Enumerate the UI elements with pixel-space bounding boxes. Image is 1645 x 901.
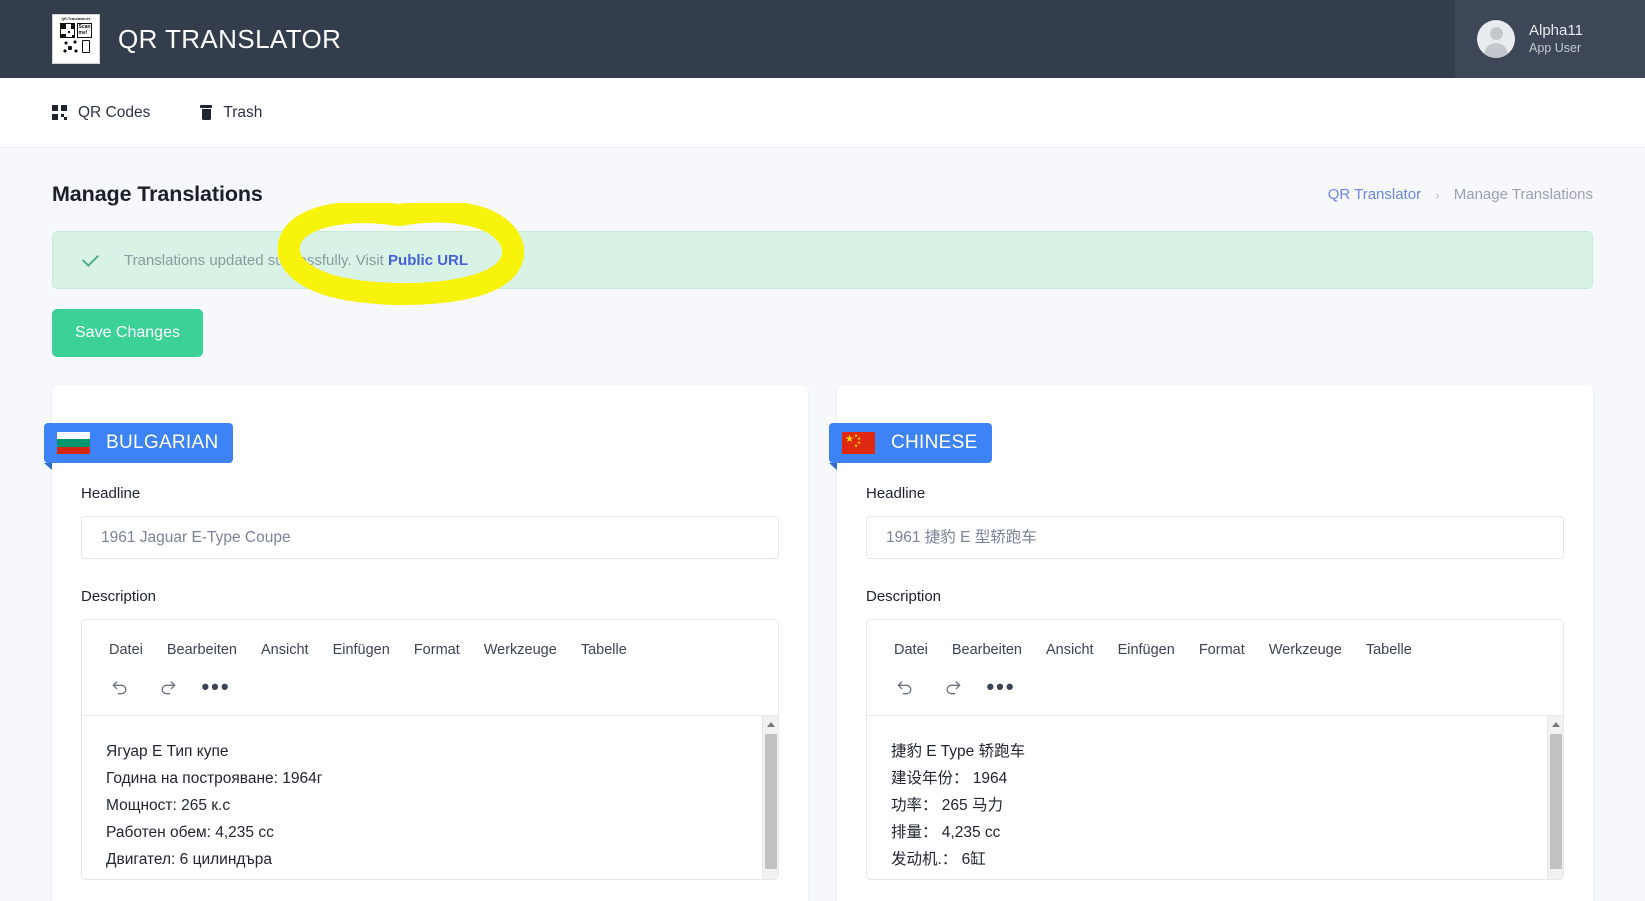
editor-content-chinese[interactable]: 捷豹 E Type 轿跑车 建设年份： 1964 功率： 265 马力 排量： …: [867, 716, 1563, 879]
public-url-link[interactable]: Public URL: [388, 252, 468, 269]
chinese-flag-icon: ★ ★ ★ ★ ★: [842, 432, 875, 454]
menu-werkzeuge-bulgarian[interactable]: Werkzeuge: [474, 638, 567, 662]
editor-line: 捷豹 E Type 轿跑车: [891, 743, 1026, 760]
logo-qr-code-icon: [59, 23, 75, 38]
logo-caption-text: QR-Translator.de: [61, 17, 91, 21]
chevron-right-icon: ›: [1435, 186, 1440, 203]
menu-bearbeiten-bulgarian[interactable]: Bearbeiten: [157, 638, 247, 662]
scrollbar-thumb[interactable]: [765, 734, 777, 869]
editor-line: Двигател: 6 цилиндъра: [106, 851, 273, 868]
more-options-icon[interactable]: •••: [985, 672, 1017, 702]
headline-label-chinese: Headline: [866, 485, 926, 502]
menu-tabelle-bulgarian[interactable]: Tabelle: [571, 638, 637, 662]
menu-format-chinese[interactable]: Format: [1189, 638, 1255, 662]
language-tab-bulgarian-label: BULGARIAN: [106, 432, 219, 453]
editor-scrollbar-bulgarian[interactable]: [762, 716, 778, 879]
user-name: Alpha11: [1529, 22, 1583, 39]
app-title: QR TRANSLATOR: [118, 23, 342, 54]
language-tab-chinese[interactable]: ★ ★ ★ ★ ★ CHINESE: [829, 423, 992, 470]
undo-icon[interactable]: [104, 672, 136, 702]
redo-icon[interactable]: [152, 672, 184, 702]
main-navigation: QR Codes Trash: [0, 78, 1645, 148]
menu-ansicht-bulgarian[interactable]: Ansicht: [251, 638, 319, 662]
language-tab-chinese-label: CHINESE: [891, 432, 978, 453]
page-title: Manage Translations: [52, 182, 263, 206]
menu-einfuegen-bulgarian[interactable]: Einfügen: [323, 638, 400, 662]
editor-line: Година на построяване: 1964г: [106, 770, 323, 787]
logo-scan-line2: me!: [78, 29, 88, 36]
headline-input-chinese[interactable]: [866, 516, 1564, 559]
nav-item-trash-label: Trash: [223, 103, 263, 121]
logo-scan-badge: Scan me!: [76, 23, 93, 38]
nav-item-qr-codes-label: QR Codes: [78, 103, 151, 121]
editor-line: 排量： 4,235 cc: [891, 824, 1001, 841]
menu-format-bulgarian[interactable]: Format: [404, 638, 470, 662]
language-tab-bulgarian[interactable]: BULGARIAN: [44, 423, 233, 470]
editor-line: 发动机.： 6缸: [891, 851, 986, 868]
description-editor-bulgarian: Datei Bearbeiten Ansicht Einfügen Format…: [81, 619, 779, 880]
nav-item-qr-codes[interactable]: QR Codes: [52, 104, 150, 122]
logo-bottom-row: [62, 40, 90, 53]
redo-icon[interactable]: [937, 672, 969, 702]
editor-menubar-bulgarian: Datei Bearbeiten Ansicht Einfügen Format…: [82, 620, 778, 662]
alert-message-text: Translations updated successfully. Visit: [124, 251, 389, 269]
menu-werkzeuge-chinese[interactable]: Werkzeuge: [1259, 638, 1352, 662]
user-info: Alpha11 App User: [1529, 22, 1583, 56]
qr-translator-logo-icon: QR-Translator.de Scan me!: [52, 14, 100, 64]
translation-card-bulgarian: BULGARIAN Headline Description Datei Bea…: [44, 385, 808, 901]
more-options-icon[interactable]: •••: [200, 672, 232, 702]
description-label-chinese: Description: [866, 588, 942, 605]
breadcrumb: QR Translator › Manage Translations: [1328, 186, 1593, 203]
editor-toolbar-bulgarian: •••: [82, 662, 778, 716]
check-icon: [82, 249, 99, 267]
editor-menubar-chinese: Datei Bearbeiten Ansicht Einfügen Format…: [867, 620, 1563, 662]
logo-middle-row: Scan me!: [59, 23, 93, 38]
headline-label-bulgarian: Headline: [81, 485, 141, 502]
save-changes-button[interactable]: Save Changes: [52, 309, 203, 357]
logo-phone-icon: [81, 40, 90, 53]
breadcrumb-current: Manage Translations: [1453, 186, 1593, 203]
user-role: App User: [1529, 41, 1582, 55]
page-container: Manage Translations QR Translator › Mana…: [0, 148, 1645, 901]
menu-datei-bulgarian[interactable]: Datei: [99, 638, 153, 662]
editor-line: 功率： 265 马力: [891, 797, 1003, 814]
scroll-up-arrow-icon[interactable]: [763, 716, 778, 732]
trash-icon: [200, 105, 213, 120]
editor-line: Мощност: 265 к.с: [106, 797, 231, 814]
menu-tabelle-chinese[interactable]: Tabelle: [1356, 638, 1422, 662]
nav-item-trash[interactable]: Trash: [200, 104, 262, 122]
editor-scrollbar-chinese[interactable]: [1547, 716, 1563, 879]
editor-line: 建设年份： 1964: [891, 770, 1008, 787]
success-alert: Translations updated successfully. Visit…: [52, 231, 1593, 289]
editor-line: Работен обем: 4,235 cc: [106, 824, 274, 841]
scroll-up-arrow-icon[interactable]: [1548, 716, 1563, 732]
editor-line: Ягуар Е Тип купе: [106, 743, 229, 760]
description-editor-chinese: Datei Bearbeiten Ansicht Einfügen Format…: [866, 619, 1564, 880]
top-header-bar: QR-Translator.de Scan me! QR TRANSLATOR …: [0, 0, 1645, 78]
editor-toolbar-chinese: •••: [867, 662, 1563, 716]
page-header-row: Manage Translations QR Translator › Mana…: [52, 148, 1593, 207]
description-label-bulgarian: Description: [81, 588, 157, 605]
menu-datei-chinese[interactable]: Datei: [884, 638, 938, 662]
brand-logo-group[interactable]: QR-Translator.de Scan me! QR TRANSLATOR: [0, 14, 341, 64]
translation-cards-container: BULGARIAN Headline Description Datei Bea…: [44, 385, 1593, 901]
breadcrumb-link-qr-translator[interactable]: QR Translator: [1328, 186, 1421, 203]
alert-message: Translations updated successfully. Visit…: [124, 252, 468, 269]
avatar: [1477, 20, 1515, 58]
editor-content-bulgarian[interactable]: Ягуар Е Тип купе Година на построяване: …: [82, 716, 778, 879]
menu-bearbeiten-chinese[interactable]: Bearbeiten: [942, 638, 1032, 662]
headline-input-bulgarian[interactable]: [81, 516, 779, 559]
translation-card-chinese: ★ ★★ ★★ CHINESE Headline Description Dat…: [829, 385, 1593, 901]
bulgarian-flag-icon: [57, 432, 90, 454]
undo-icon[interactable]: [889, 672, 921, 702]
scrollbar-thumb[interactable]: [1550, 734, 1562, 869]
menu-ansicht-chinese[interactable]: Ansicht: [1036, 638, 1104, 662]
menu-einfuegen-chinese[interactable]: Einfügen: [1108, 638, 1185, 662]
qr-icon: [52, 105, 67, 120]
user-profile-menu[interactable]: Alpha11 App User: [1455, 0, 1645, 78]
logo-network-icon: [62, 40, 79, 53]
